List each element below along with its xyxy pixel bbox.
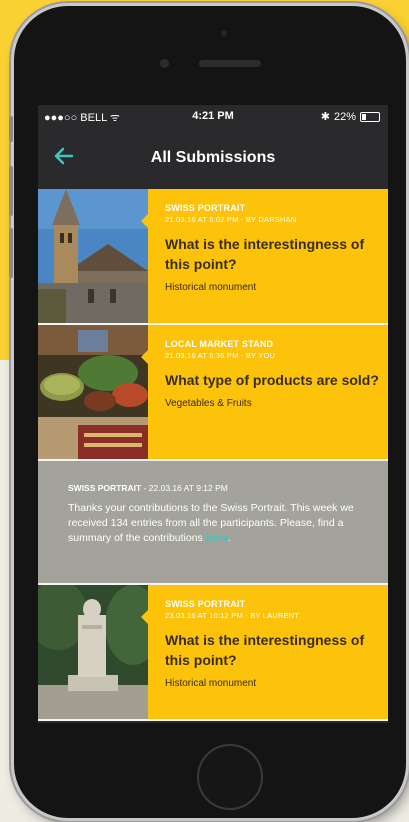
proximity-sensor [221,30,227,36]
home-button[interactable] [197,744,263,810]
status-right: ✱ 22% [321,110,380,123]
card-meta: 21.03.16 AT 6:02 PM - BY DARSHAN [165,215,297,224]
card-answer: Historical monument [165,282,257,293]
card-answer: Historical monument [165,678,257,689]
card-meta: 21.03.16 AT 6:36 PM - BY YOU [165,351,276,360]
message-header: SWISS PORTRAIT - 22.03.16 AT 9:12 PM [68,483,376,493]
card-question: What is the interestingness of this poin… [165,236,365,272]
front-camera-icon [160,59,169,68]
summary-link[interactable]: here [206,532,228,544]
volume-down-button [9,228,13,278]
mute-switch [9,116,13,142]
earpiece-speaker [199,60,261,67]
battery-icon [360,111,380,122]
card-category: LOCAL MARKET STAND [165,339,274,349]
battery-level [362,113,366,120]
battery-percent: 22% [333,110,356,123]
message-text: Thanks your contributions to the Swiss P… [68,501,376,546]
card-body: LOCAL MARKET STAND 21.03.16 AT 6:36 PM -… [148,325,388,459]
church-photo [38,189,148,323]
submissions-feed[interactable]: SWISS PORTRAIT 21.03.16 AT 6:02 PM - BY … [38,189,388,721]
message-end: . [227,532,231,544]
card-category: SWISS PORTRAIT [165,203,246,213]
submission-card[interactable]: LOCAL MARKET STAND 21.03.16 AT 6:36 PM -… [38,325,388,461]
volume-up-button [9,166,13,216]
message-meta: - 22.03.16 AT 9:12 PM [143,483,228,493]
card-body: SWISS PORTRAIT 21.03.16 AT 6:02 PM - BY … [148,189,388,323]
bluetooth-icon: ✱ [320,111,330,123]
card-category: SWISS PORTRAIT [165,599,246,609]
message-card[interactable]: SWISS PORTRAIT - 22.03.16 AT 9:12 PM Tha… [38,461,388,585]
page-title: All Submissions [150,149,276,166]
message-category: SWISS PORTRAIT [68,483,142,493]
status-bar: ●●●○○ BELL ᯤ 4:21 PM ✱ 22% [38,105,388,127]
card-body: SWISS PORTRAIT 23.03.16 AT 10:12 PM - BY… [148,585,388,719]
submission-card[interactable]: SWISS PORTRAIT 21.03.16 AT 6:02 PM - BY … [38,189,388,325]
market-photo [38,325,148,459]
submission-card[interactable]: SWISS PORTRAIT 23.03.16 AT 10:12 PM - BY… [38,585,388,721]
app-screen: ●●●○○ BELL ᯤ 4:21 PM ✱ 22% All Submissio… [38,105,388,723]
card-answer: Vegetables & Fruits [165,398,252,409]
card-question: What is the interestingness of this poin… [165,632,365,668]
card-question: What type of products are sold? [165,372,379,388]
navigation-bar: All Submissions [38,127,388,189]
statue-photo [38,585,148,719]
card-meta: 23.03.16 AT 10:12 PM - BY LAURENT [165,611,300,620]
